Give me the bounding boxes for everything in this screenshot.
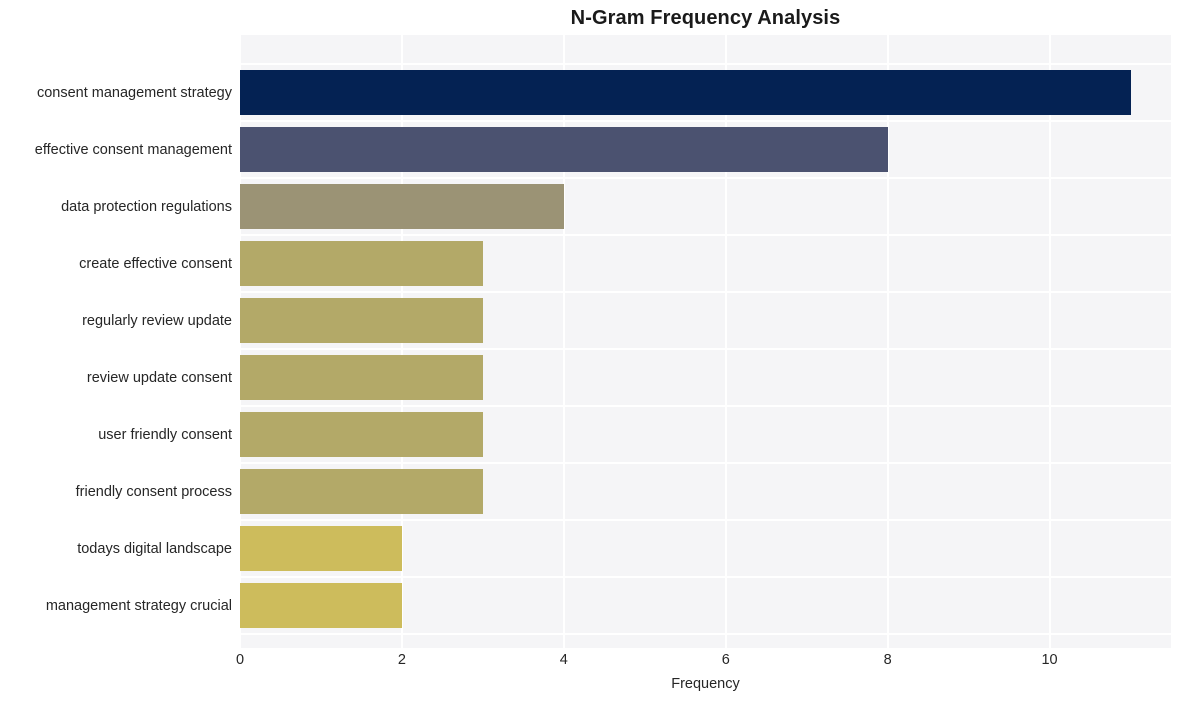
bar[interactable] [240,469,483,514]
bar[interactable] [240,70,1131,115]
y-tick-label: management strategy crucial [45,597,232,614]
bar-band [240,463,1171,520]
bar[interactable] [240,127,888,172]
bar-band [240,121,1171,178]
bar-band [240,292,1171,349]
y-tick-label: review update consent [86,369,232,386]
bar-band [240,406,1171,463]
plot-area [240,35,1171,648]
x-axis-title: Frequency [671,676,740,692]
bar[interactable] [240,241,483,286]
bar[interactable] [240,184,564,229]
y-tick-label: effective consent management [34,141,232,158]
bar-band [240,178,1171,235]
bar-band [240,64,1171,121]
bar-band [240,235,1171,292]
bar[interactable] [240,412,483,457]
x-tick-label: 0 [235,652,245,668]
bar[interactable] [240,355,483,400]
bar[interactable] [240,583,402,628]
y-axis-tick-labels: consent management strategy effective con… [0,35,232,648]
y-tick-label: user friendly consent [98,426,232,443]
y-tick-label: todays digital landscape [77,540,232,557]
bar-band [240,520,1171,577]
x-tick-label: 8 [883,652,892,668]
x-axis-tick-labels: 0 2 4 6 8 10 [236,650,1171,674]
x-tick-label: 2 [397,652,406,668]
bar-band [240,349,1171,406]
x-tick-label: 4 [559,652,568,668]
y-tick-label: friendly consent process [75,483,232,500]
ngram-frequency-chart: N-Gram Frequency Analysis consent manage… [0,0,1181,701]
bar[interactable] [240,526,402,571]
y-tick-label: consent management strategy [36,84,232,101]
y-tick-label: regularly review update [82,312,232,329]
x-tick-label: 6 [721,652,730,668]
chart-title: N-Gram Frequency Analysis [570,7,841,29]
bar[interactable] [240,298,483,343]
y-tick-label: create effective consent [79,255,232,272]
x-tick-label: 10 [1041,652,1058,668]
bar-band [240,577,1171,634]
y-tick-label: data protection regulations [61,198,232,215]
